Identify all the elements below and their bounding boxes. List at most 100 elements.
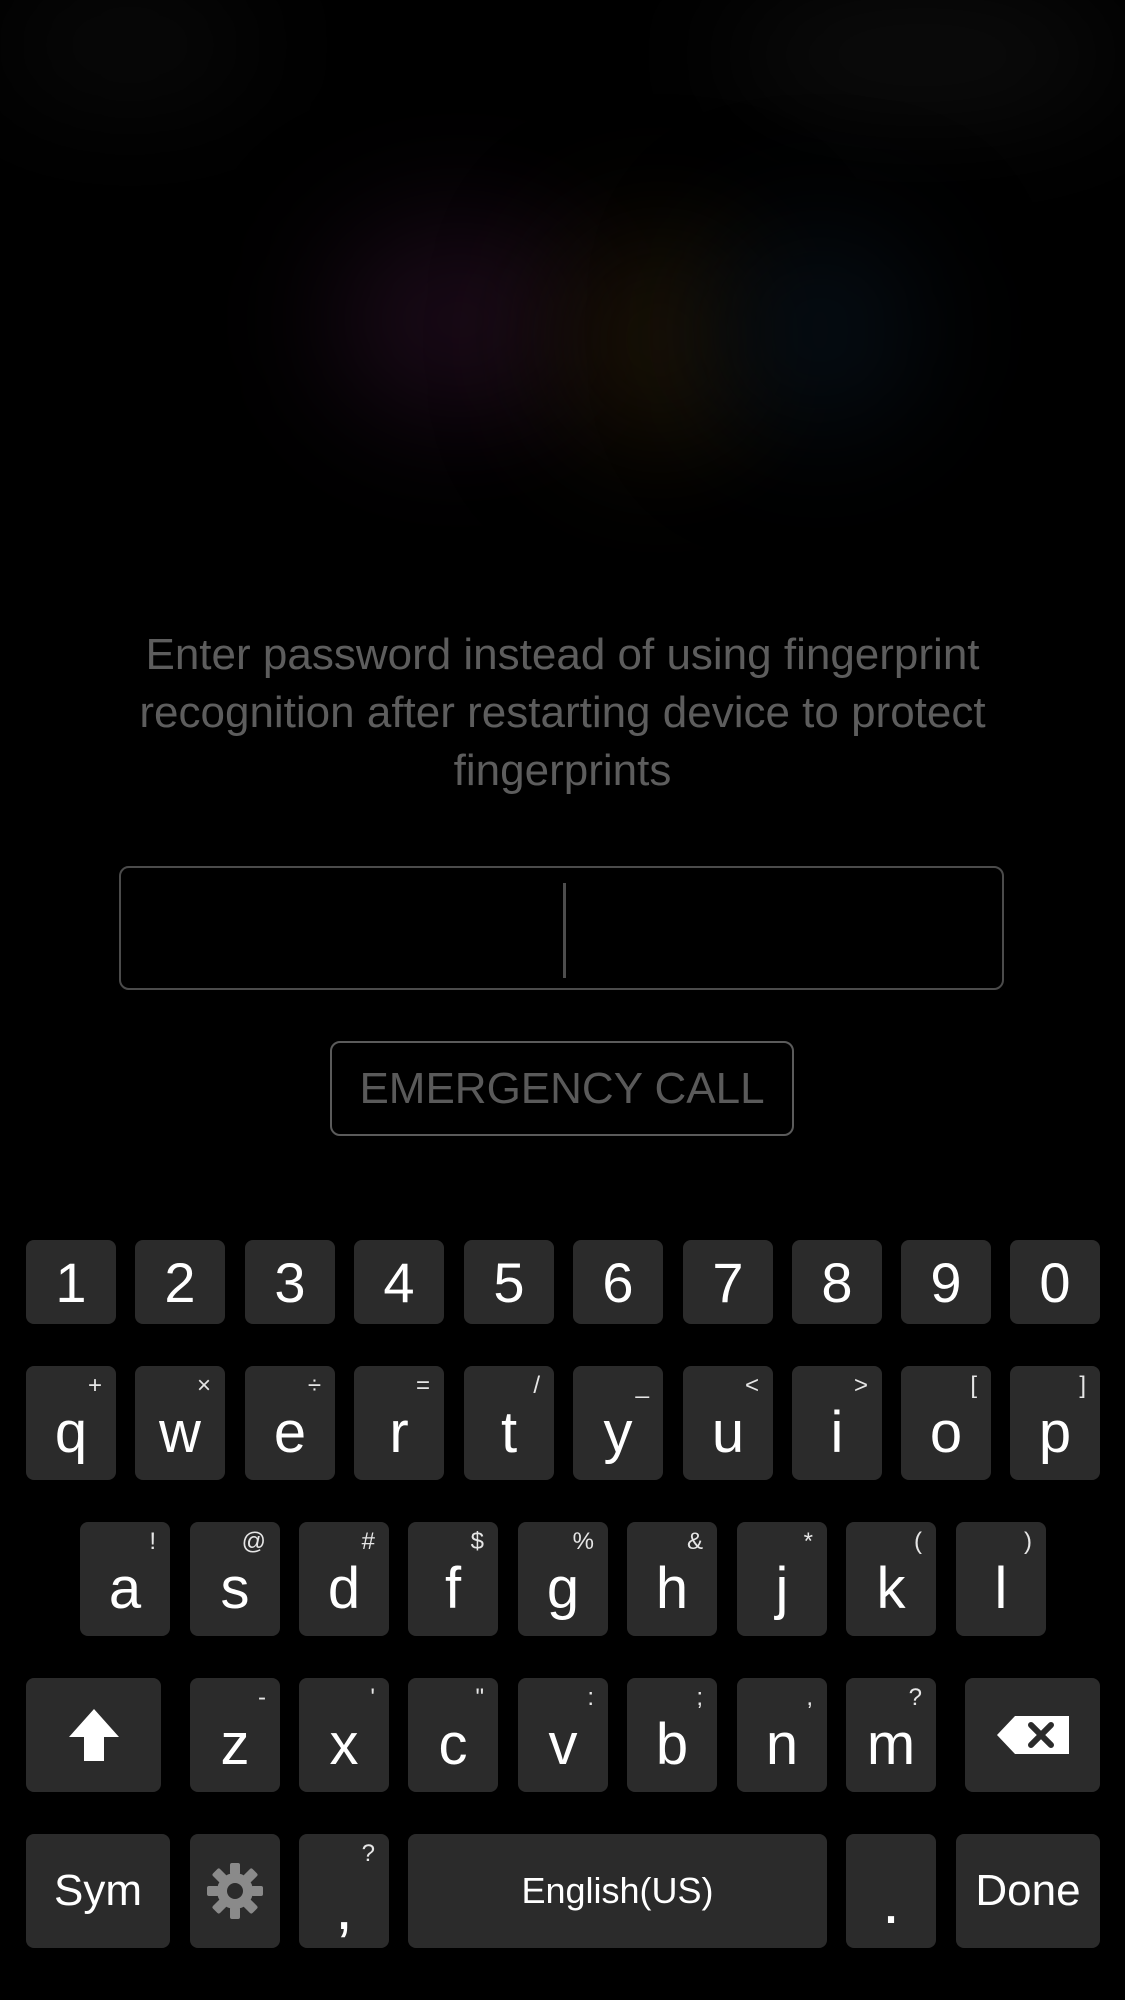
- key-label: 2: [164, 1250, 196, 1314]
- key-n[interactable]: ,n: [737, 1678, 827, 1792]
- key-label: d: [327, 1556, 361, 1621]
- key-label: ,: [335, 1871, 353, 1943]
- key-2[interactable]: 2: [135, 1240, 225, 1324]
- key-label: q: [54, 1400, 88, 1465]
- background-glow: [330, 220, 590, 420]
- key-v[interactable]: :v: [518, 1678, 608, 1792]
- key-label: 6: [602, 1250, 634, 1314]
- key-3[interactable]: 3: [245, 1240, 335, 1324]
- key-w[interactable]: × w: [135, 1366, 225, 1480]
- key-label: p: [1038, 1400, 1072, 1465]
- key-4[interactable]: 4: [354, 1240, 444, 1324]
- key-label: Done: [975, 1866, 1081, 1915]
- key-label: .: [882, 1865, 900, 1937]
- key-h[interactable]: & h: [627, 1522, 717, 1636]
- key-t[interactable]: / t: [464, 1366, 554, 1480]
- emergency-call-button[interactable]: EMERGENCY CALL: [330, 1041, 794, 1136]
- key-hint: ;: [696, 1684, 703, 1711]
- key-a[interactable]: ! a: [80, 1522, 170, 1636]
- key-label: k: [876, 1556, 906, 1621]
- key-label: 5: [493, 1250, 525, 1314]
- key-7[interactable]: 7: [683, 1240, 773, 1324]
- background-glow: [720, 0, 1125, 110]
- period-key[interactable]: .: [846, 1834, 936, 1948]
- key-0[interactable]: 0: [1010, 1240, 1100, 1324]
- key-f[interactable]: $ f: [408, 1522, 498, 1636]
- key-hint: #: [361, 1528, 375, 1555]
- key-d[interactable]: # d: [299, 1522, 389, 1636]
- key-y[interactable]: _ y: [573, 1366, 663, 1480]
- key-5[interactable]: 5: [464, 1240, 554, 1324]
- key-hint: ': [370, 1684, 375, 1711]
- key-hint: !: [149, 1528, 156, 1555]
- shift-arrow-icon: [68, 1709, 119, 1761]
- key-u[interactable]: < u: [683, 1366, 773, 1480]
- space-language-label: English(US): [521, 1870, 714, 1911]
- key-label: x: [329, 1712, 359, 1777]
- key-hint: ]: [1079, 1372, 1086, 1399]
- key-hint: $: [470, 1528, 484, 1555]
- key-label: b: [655, 1712, 689, 1777]
- comma-key[interactable]: ?,: [299, 1834, 389, 1948]
- key-label: 1: [55, 1250, 87, 1314]
- key-p[interactable]: ] p: [1010, 1366, 1100, 1480]
- key-g[interactable]: % g: [518, 1522, 608, 1636]
- key-label: o: [929, 1400, 963, 1465]
- key-o[interactable]: [o: [901, 1366, 991, 1480]
- key-s[interactable]: @ s: [190, 1522, 280, 1636]
- key-k[interactable]: (k: [846, 1522, 936, 1636]
- key-6[interactable]: 6: [573, 1240, 663, 1324]
- key-m[interactable]: ? m: [846, 1678, 936, 1792]
- key-label: 4: [383, 1250, 415, 1314]
- key-hint: (: [914, 1528, 922, 1555]
- password-input[interactable]: [119, 866, 1004, 990]
- key-label: 7: [712, 1250, 744, 1314]
- key-c[interactable]: " c: [408, 1678, 498, 1792]
- key-label: l: [994, 1556, 1008, 1621]
- key-hint: ×: [196, 1372, 211, 1399]
- key-j[interactable]: * j: [737, 1522, 827, 1636]
- key-label: 9: [930, 1250, 962, 1314]
- key-label: j: [775, 1556, 789, 1621]
- key-hint: -: [258, 1684, 266, 1711]
- key-r[interactable]: = r: [354, 1366, 444, 1480]
- key-label: w: [159, 1400, 201, 1465]
- key-label: i: [830, 1400, 844, 1465]
- shift-key[interactable]: [26, 1678, 161, 1792]
- text-cursor: [563, 883, 566, 978]
- key-hint: _: [635, 1372, 649, 1399]
- key-hint: ,: [806, 1684, 813, 1711]
- space-key[interactable]: English(US): [408, 1834, 827, 1948]
- key-label: u: [711, 1400, 745, 1465]
- key-label: s: [220, 1556, 250, 1621]
- done-key[interactable]: Done: [956, 1834, 1100, 1948]
- key-label: y: [603, 1400, 633, 1465]
- key-hint: &: [686, 1528, 703, 1555]
- key-q[interactable]: + q: [26, 1366, 116, 1480]
- key-i[interactable]: > i: [792, 1366, 882, 1480]
- key-label: t: [500, 1400, 518, 1465]
- key-label: c: [438, 1712, 468, 1777]
- background-glow: [0, 0, 260, 90]
- key-label: Sym: [54, 1866, 142, 1915]
- key-l[interactable]: ) l: [956, 1522, 1046, 1636]
- backspace-icon: [996, 1716, 1069, 1754]
- key-hint: <: [744, 1372, 759, 1399]
- backspace-key[interactable]: [965, 1678, 1100, 1792]
- key-1[interactable]: 1: [26, 1240, 116, 1324]
- key-9[interactable]: 9: [901, 1240, 991, 1324]
- gear-icon: [207, 1863, 263, 1919]
- key-label: v: [548, 1712, 578, 1777]
- keyboard-settings-key[interactable]: [190, 1834, 280, 1948]
- key-label: g: [546, 1556, 580, 1621]
- key-hint: /: [533, 1372, 540, 1399]
- key-hint: ?: [361, 1840, 375, 1867]
- sym-key[interactable]: Sym: [26, 1834, 170, 1948]
- key-8[interactable]: 8: [792, 1240, 882, 1324]
- key-b[interactable]: ; b: [627, 1678, 717, 1792]
- key-z[interactable]: -z: [190, 1678, 280, 1792]
- key-label: h: [655, 1556, 689, 1621]
- key-e[interactable]: ÷ e: [245, 1366, 335, 1480]
- key-label: 0: [1039, 1250, 1071, 1314]
- key-x[interactable]: ' x: [299, 1678, 389, 1792]
